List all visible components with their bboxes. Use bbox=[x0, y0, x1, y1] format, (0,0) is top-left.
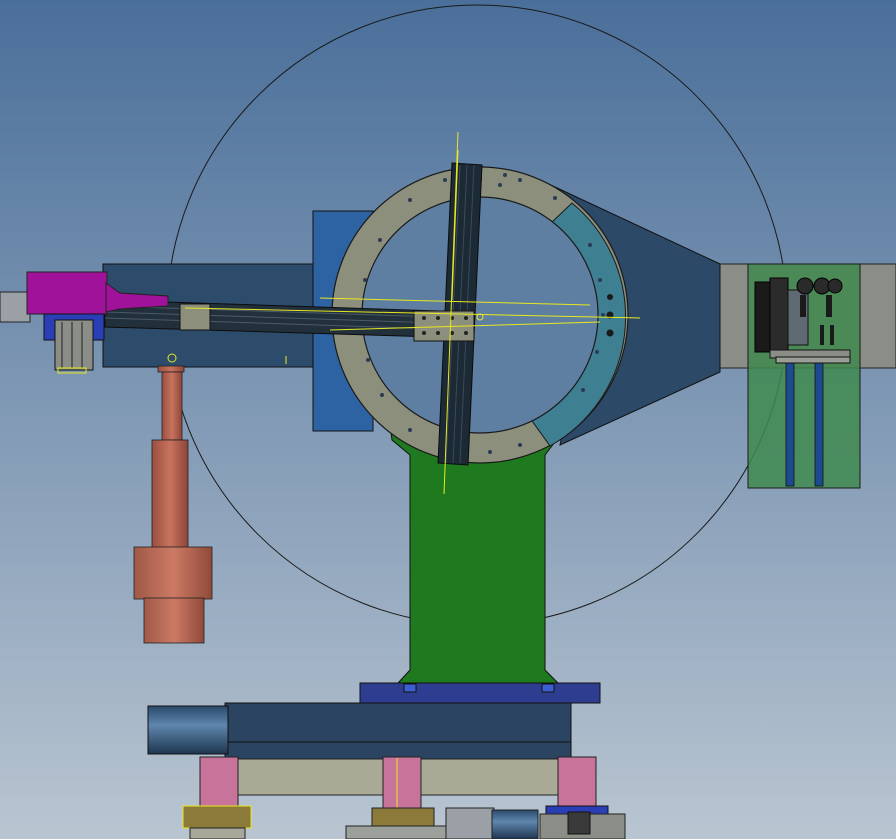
base-assembly bbox=[147, 682, 626, 839]
green-pedestal bbox=[389, 424, 570, 684]
cad-viewport[interactable] bbox=[0, 0, 896, 839]
right-panel bbox=[747, 263, 861, 489]
cad-model-drawing bbox=[0, 0, 896, 839]
